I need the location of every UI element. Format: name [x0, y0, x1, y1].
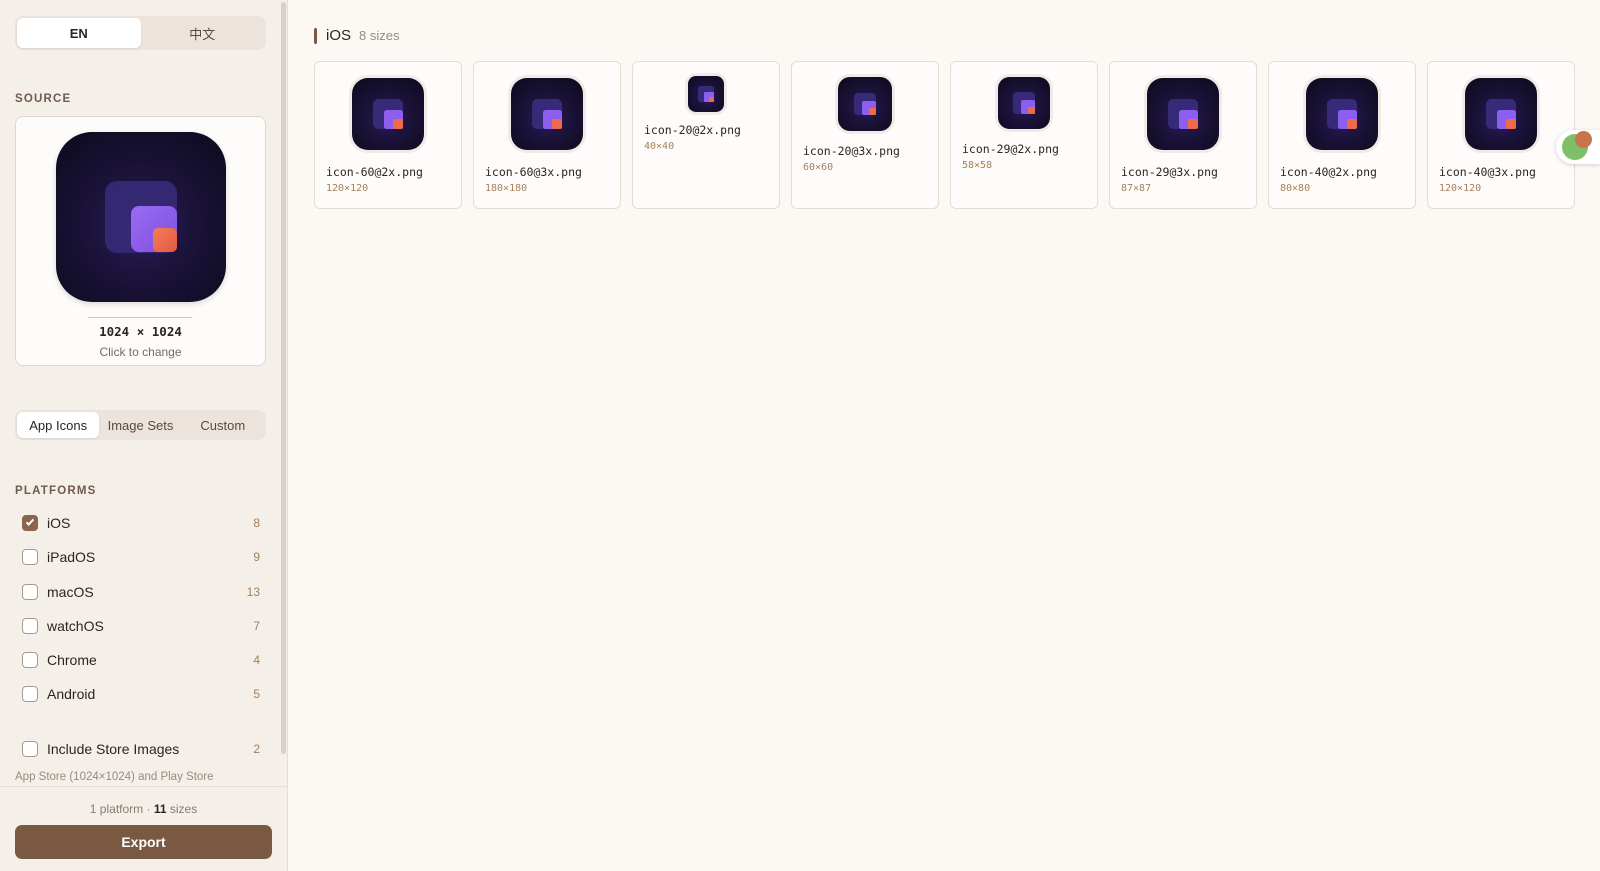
mode-tabs: App Icons Image Sets Custom — [15, 410, 266, 440]
icon-tile[interactable]: icon-60@3x.png 180×180 — [473, 61, 621, 209]
sidebar-scrollbar[interactable] — [280, 0, 288, 785]
icon-preview — [1465, 78, 1537, 150]
tab-image-sets[interactable]: Image Sets — [99, 412, 181, 438]
icon-size: 120×120 — [1439, 183, 1482, 194]
app-window: EN 中文 SOURCE 1024 × 1024 Click to change… — [0, 0, 1600, 871]
icon-filename: icon-29@3x.png — [1121, 165, 1218, 179]
source-divider — [88, 317, 192, 318]
icon-tile[interactable]: icon-20@2x.png 40×40 — [632, 61, 780, 209]
icon-size: 60×60 — [803, 162, 834, 173]
icon-filename: icon-20@3x.png — [803, 144, 900, 158]
icon-filename: icon-60@2x.png — [326, 165, 423, 179]
platform-name: watchOS — [47, 618, 104, 634]
platform-group-header: iOS 8 sizes — [314, 27, 399, 44]
icon-size: 120×120 — [326, 183, 369, 194]
icon-size: 87×87 — [1121, 183, 1152, 194]
sidebar-scrollbar-thumb[interactable] — [281, 2, 286, 754]
icon-filename: icon-40@3x.png — [1439, 165, 1536, 179]
tab-custom[interactable]: Custom — [182, 412, 264, 438]
platform-count: 4 — [253, 653, 260, 667]
icon-preview — [998, 77, 1050, 129]
icon-filename: icon-20@2x.png — [644, 123, 741, 137]
export-button[interactable]: Export — [15, 825, 272, 859]
platform-name: Chrome — [47, 652, 97, 668]
store-images-note: App Store (1024×1024) and Play Store — [15, 771, 214, 783]
platform-checkbox[interactable] — [22, 686, 38, 702]
group-count: 8 sizes — [359, 28, 400, 43]
group-title: iOS — [326, 27, 352, 44]
check-icon[interactable] — [22, 515, 38, 531]
platform-count: 7 — [253, 619, 260, 633]
platform-name: iPadOS — [47, 549, 96, 565]
include-store-images-toggle[interactable]: Include Store Images 2 — [22, 737, 260, 761]
icon-size: 40×40 — [644, 141, 675, 152]
platform-count: 13 — [246, 585, 260, 599]
main-content: iOS 8 sizes icon-60@2x.png 120×120 icon-… — [288, 0, 1600, 871]
icon-preview — [688, 76, 724, 112]
icon-preview — [1306, 78, 1378, 150]
platform-item-ipados[interactable]: iPadOS 9 — [22, 545, 260, 569]
platform-item-watchos[interactable]: watchOS 7 — [22, 614, 260, 638]
platform-count: 5 — [253, 687, 260, 701]
icon-preview — [838, 77, 892, 131]
icon-size: 180×180 — [485, 183, 528, 194]
source-image-dropzone[interactable]: 1024 × 1024 Click to change — [15, 116, 266, 366]
store-images-checkbox[interactable] — [22, 741, 38, 757]
platforms-section-label: PLATFORMS — [15, 485, 97, 497]
icon-filename: icon-60@3x.png — [485, 165, 582, 179]
source-section-label: SOURCE — [15, 93, 72, 105]
platform-item-ios[interactable]: iOS 8 — [22, 511, 260, 535]
icon-size: 80×80 — [1280, 183, 1311, 194]
icon-preview — [1147, 78, 1219, 150]
source-icon-preview — [56, 132, 226, 302]
lang-en-button[interactable]: EN — [17, 18, 141, 48]
translate-icon[interactable] — [1556, 130, 1600, 164]
platform-name: iOS — [47, 515, 71, 531]
platform-count: 9 — [253, 550, 260, 564]
tab-app-icons[interactable]: App Icons — [17, 412, 100, 438]
icon-tile[interactable]: icon-40@2x.png 80×80 — [1268, 61, 1416, 209]
icon-tile[interactable]: icon-40@3x.png 120×120 — [1427, 61, 1575, 209]
platform-item-macos[interactable]: macOS 13 — [22, 580, 260, 604]
store-images-label: Include Store Images — [47, 741, 180, 757]
sidebar-scroll-area: EN 中文 SOURCE 1024 × 1024 Click to change… — [0, 0, 281, 785]
icon-preview — [511, 78, 583, 150]
sidebar-footer: 1 platform · 11 sizes Export — [0, 786, 287, 871]
icon-tile[interactable]: icon-20@3x.png 60×60 — [791, 61, 939, 209]
platform-name: macOS — [47, 584, 94, 600]
icon-tile[interactable]: icon-29@2x.png 58×58 — [950, 61, 1098, 209]
platform-checkbox[interactable] — [22, 652, 38, 668]
icon-preview — [352, 78, 424, 150]
language-toggle: EN 中文 — [15, 16, 266, 50]
icon-filename: icon-40@2x.png — [1280, 165, 1377, 179]
platform-checkbox[interactable] — [22, 618, 38, 634]
platform-checkbox[interactable] — [22, 549, 38, 565]
icon-tile[interactable]: icon-29@3x.png 87×87 — [1109, 61, 1257, 209]
store-images-count: 2 — [253, 742, 260, 756]
source-dimensions: 1024 × 1024 — [99, 324, 182, 339]
sidebar: EN 中文 SOURCE 1024 × 1024 Click to change… — [0, 0, 288, 871]
platform-count: 8 — [253, 516, 260, 530]
group-accent-bar — [314, 27, 317, 44]
icon-tile[interactable]: icon-60@2x.png 120×120 — [314, 61, 462, 209]
platform-item-android[interactable]: Android 5 — [22, 682, 260, 706]
platform-item-chrome[interactable]: Chrome 4 — [22, 648, 260, 672]
platform-checkbox[interactable] — [22, 584, 38, 600]
source-change-hint: Click to change — [99, 345, 182, 359]
icon-filename: icon-29@2x.png — [962, 142, 1059, 156]
platform-name: Android — [47, 686, 96, 702]
lang-zh-button[interactable]: 中文 — [141, 18, 265, 48]
export-summary: 1 platform · 11 sizes — [89, 802, 198, 816]
icon-size: 58×58 — [962, 160, 993, 171]
